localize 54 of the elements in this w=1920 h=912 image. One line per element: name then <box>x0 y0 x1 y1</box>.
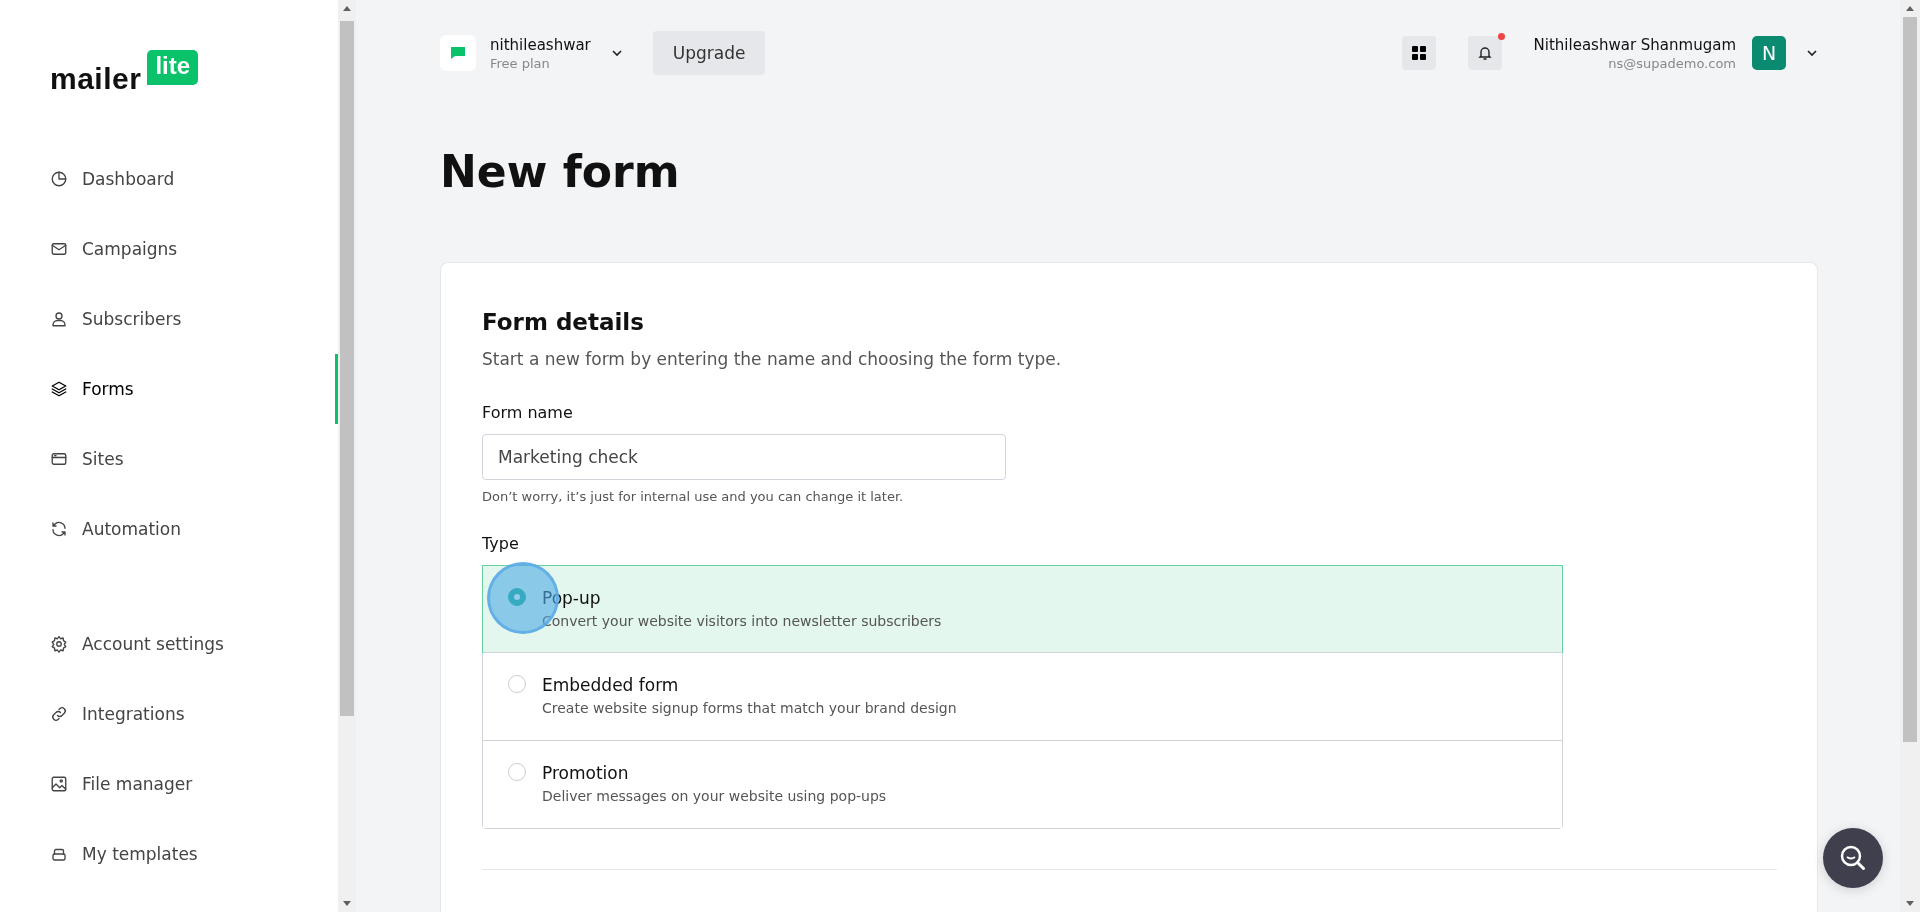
grid-icon <box>1410 45 1427 61</box>
image-icon <box>50 775 68 793</box>
account-name: nithileashwar <box>490 35 591 54</box>
user-email: ns@supademo.com <box>1608 55 1736 71</box>
user-name: Nithileashwar Shanmugam <box>1533 35 1736 54</box>
chevron-down-icon[interactable] <box>610 47 623 59</box>
sidebar-item[interactable]: Subscribers <box>0 284 338 354</box>
sidebar-item[interactable]: Campaigns <box>0 214 338 284</box>
option-description: Create website signup forms that match your brand design <box>542 700 957 716</box>
bell-icon <box>1476 45 1493 61</box>
notifications-button[interactable] <box>1467 36 1502 70</box>
scrollbar-thumb[interactable] <box>340 21 354 716</box>
sidebar-item[interactable]: Dashboard <box>0 144 338 214</box>
radio-button[interactable] <box>508 588 526 606</box>
option-title: Promotion <box>542 763 630 783</box>
field-label: Form name <box>482 403 574 422</box>
sidebar-item[interactable]: Automation <box>0 494 338 564</box>
sidebar-item[interactable]: Sites <box>0 424 338 494</box>
sidebar-item[interactable]: Integrations <box>0 679 338 749</box>
section-heading: Form details <box>482 309 645 335</box>
chevron-down-icon[interactable] <box>1806 47 1818 59</box>
logo-text: mailer <box>50 62 142 96</box>
settings-icon <box>50 635 68 653</box>
avatar[interactable]: N <box>1752 36 1786 70</box>
scroll-up-arrow[interactable] <box>1906 6 1914 11</box>
sidebar-item[interactable]: File manager <box>0 749 338 819</box>
option-description: Deliver messages on your website using pop-ups <box>542 788 887 804</box>
form-name-field[interactable]: Marketing check <box>482 434 1006 480</box>
refresh-icon <box>50 520 68 538</box>
scroll-down-arrow[interactable] <box>343 901 351 906</box>
browser-window-icon <box>50 450 68 468</box>
plan-label: Free plan <box>490 55 551 71</box>
type-option[interactable]: Promotion Deliver messages on your website using pop-ups <box>483 740 1562 828</box>
person-icon <box>50 310 68 328</box>
scrollbar-thumb[interactable] <box>1903 17 1917 742</box>
scroll-down-arrow[interactable] <box>1906 901 1914 906</box>
logo-badge: lite <box>147 50 199 85</box>
radio-button[interactable] <box>508 763 526 781</box>
sidebar-item[interactable]: Account settings <box>0 609 338 679</box>
upgrade-button[interactable]: Upgrade <box>652 31 766 75</box>
section-description: Start a new form by entering the name and choosing the form type. <box>482 349 1063 369</box>
option-title: Embedded form <box>542 675 680 695</box>
layers-icon <box>50 380 68 398</box>
scroll-up-arrow[interactable] <box>343 6 351 11</box>
link-icon <box>50 705 68 723</box>
radio-button[interactable] <box>508 675 526 693</box>
field-hint: Don’t worry, it’s just for internal use and you can change it later. <box>482 489 905 504</box>
apps-grid-button[interactable] <box>1401 36 1436 70</box>
field-label: Type <box>482 534 520 553</box>
page-title: New form <box>440 150 681 194</box>
envelope-icon <box>50 240 68 258</box>
pie-chart-icon <box>50 170 68 188</box>
sidebar-item[interactable]: My templates <box>0 819 338 889</box>
search-button[interactable] <box>1823 828 1883 888</box>
